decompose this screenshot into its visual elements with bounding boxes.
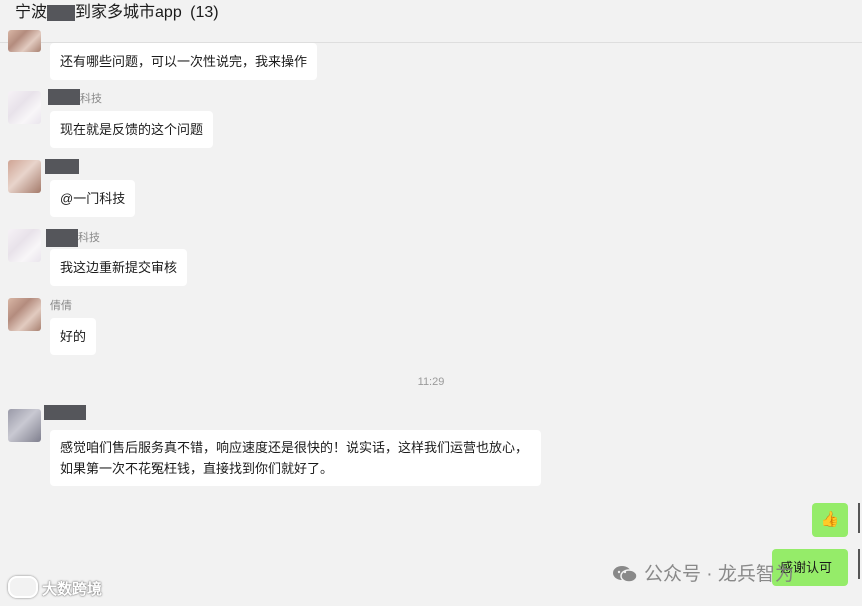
message-text: 感觉咱们售后服务真不错，响应速度还是很快的！说实话，这样我们运营也放心，如果第一… bbox=[60, 440, 529, 476]
message-text: 现在就是反馈的这个问题 bbox=[60, 122, 204, 137]
message-bubble: @一门科技 bbox=[50, 180, 136, 217]
chat-title-prefix: 宁波 bbox=[15, 4, 48, 21]
redacted-name bbox=[46, 229, 78, 247]
redacted-name bbox=[44, 405, 86, 420]
sender-name: 科技 bbox=[78, 232, 100, 244]
message-text: 我这边重新提交审核 bbox=[60, 260, 178, 275]
thumbs-up-icon: 👍 bbox=[820, 511, 840, 528]
watermark-right-text: 公众号 · 龙兵智为 bbox=[644, 564, 794, 585]
avatar[interactable] bbox=[8, 160, 41, 193]
sender-name: 科技 bbox=[80, 93, 102, 105]
own-avatar-edge bbox=[858, 503, 860, 533]
own-message-bubble: 👍 bbox=[812, 503, 848, 537]
member-count: (13) bbox=[190, 4, 219, 21]
wechat-icon bbox=[613, 566, 638, 583]
avatar[interactable] bbox=[8, 30, 41, 52]
message-text: 还有哪些问题，可以一次性说完，我来操作 bbox=[60, 54, 308, 69]
chat-title-suffix: 到家多城市app bbox=[75, 4, 182, 21]
message-bubble: 还有哪些问题，可以一次性说完，我来操作 bbox=[50, 43, 318, 80]
sender-name: 倩倩 bbox=[50, 300, 72, 312]
chat-header: 宁波 到家多城市app (13) bbox=[0, 0, 862, 43]
message-bubble: 现在就是反馈的这个问题 bbox=[50, 111, 214, 148]
avatar[interactable] bbox=[8, 91, 41, 124]
avatar[interactable] bbox=[8, 298, 41, 331]
watermark-right: 公众号 · 龙兵智为 bbox=[612, 559, 794, 586]
redacted-name bbox=[48, 89, 80, 105]
watermark-left-text: 大数跨境 bbox=[42, 581, 103, 598]
message-text: 好的 bbox=[60, 329, 87, 344]
timestamp: 11:29 bbox=[417, 376, 445, 388]
message-bubble: 好的 bbox=[50, 318, 97, 355]
avatar[interactable] bbox=[8, 409, 41, 442]
own-avatar-edge bbox=[858, 549, 860, 579]
watermark-left: 大数跨境 bbox=[8, 576, 102, 599]
redacted-name bbox=[45, 159, 79, 174]
message-bubble: 感觉咱们售后服务真不错，响应速度还是很快的！说实话，这样我们运营也放心，如果第一… bbox=[50, 430, 541, 486]
message-text: @一门科技 bbox=[60, 191, 126, 206]
redacted-block bbox=[47, 4, 76, 21]
chat-title[interactable]: 宁波 到家多城市app (13) bbox=[15, 4, 219, 22]
logo-icon bbox=[8, 576, 38, 598]
message-bubble: 我这边重新提交审核 bbox=[50, 249, 188, 286]
avatar[interactable] bbox=[8, 229, 41, 262]
